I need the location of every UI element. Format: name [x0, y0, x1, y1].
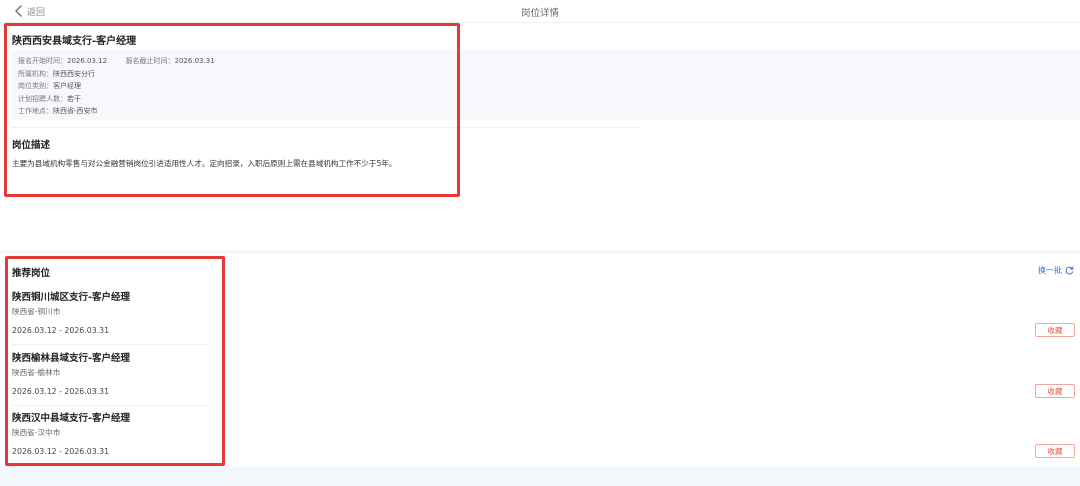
page-title: 岗位详情: [520, 8, 559, 19]
recommended-item-location: 陕西省-榆林市: [12, 368, 61, 377]
recommended-item-location: 陕西省-铜川市: [12, 307, 61, 316]
recommended-heading: 推荐岗位: [12, 268, 51, 279]
info-headcount-row: 计划招聘人数：若干: [18, 94, 81, 104]
refresh-label: 换一批: [1038, 266, 1062, 275]
headcount-label: 计划招聘人数：: [18, 95, 67, 103]
favorite-button[interactable]: 收藏: [1035, 323, 1075, 337]
headcount-value: 若干: [67, 95, 81, 103]
recommended-item[interactable]: 陕西榆林县域支行-客户经理 陕西省-榆林市 2026.03.12 - 2026.…: [12, 350, 1075, 410]
start-time-value: 2026.03.12: [67, 57, 108, 65]
job-title: 陕西西安县域支行-客户经理: [12, 36, 137, 47]
info-category-row: 岗位类别：客户经理: [18, 81, 81, 91]
info-location-row: 工作地点：陕西省-西安市: [18, 106, 98, 116]
info-org-row: 所属机构：陕西西安分行: [18, 69, 95, 79]
recommended-item[interactable]: 陕西汉中县域支行-客户经理 陕西省-汉中市 2026.03.12 - 2026.…: [12, 410, 1075, 470]
favorite-button[interactable]: 收藏: [1035, 384, 1075, 398]
location-label: 工作地点：: [18, 107, 53, 115]
recommended-item-dates: 2026.03.12 - 2026.03.31: [12, 326, 110, 335]
recommended-item-title[interactable]: 陕西铜川城区支行-客户经理: [12, 289, 130, 303]
item-divider: [12, 405, 210, 406]
top-bar: 返回 岗位详情: [0, 0, 1080, 23]
refresh-icon: [1065, 266, 1074, 275]
end-time-value: 2026.03.31: [174, 57, 215, 65]
recommended-item[interactable]: 陕西铜川城区支行-客户经理 陕西省-铜川市 2026.03.12 - 2026.…: [12, 289, 1075, 349]
description-heading: 岗位描述: [12, 140, 51, 151]
location-value: 陕西省-西安市: [53, 107, 98, 115]
recommended-section: 推荐岗位 换一批 陕西铜川城区支行-客户经理 陕西省-铜川市 2026.03.1…: [0, 254, 1080, 466]
job-detail-section: 陕西西安县域支行-客户经理 报名开始时间：2026.03.12 报名截止时间：2…: [0, 23, 1080, 250]
org-value: 陕西西安分行: [53, 70, 95, 78]
org-label: 所属机构：: [18, 70, 53, 78]
category-label: 岗位类别：: [18, 82, 53, 90]
recommended-item-dates: 2026.03.12 - 2026.03.31: [12, 387, 110, 396]
job-info-box: 报名开始时间：2026.03.12 报名截止时间：2026.03.31 所属机构…: [12, 50, 1080, 120]
recommended-item-title[interactable]: 陕西榆林县域支行-客户经理: [12, 350, 130, 364]
divider: [12, 127, 640, 128]
start-time-label: 报名开始时间：: [18, 57, 67, 65]
refresh-button[interactable]: 换一批: [1038, 265, 1074, 276]
recommended-item-location: 陕西省-汉中市: [12, 428, 61, 437]
item-divider: [12, 344, 210, 345]
end-time-label: 报名截止时间：: [125, 57, 175, 65]
info-dates-row: 报名开始时间：2026.03.12 报名截止时间：2026.03.31: [18, 56, 215, 66]
favorite-button[interactable]: 收藏: [1035, 444, 1075, 458]
category-value: 客户经理: [53, 82, 81, 90]
recommended-item-title[interactable]: 陕西汉中县域支行-客户经理: [12, 410, 130, 424]
description-text: 主要为县域机构零售与对公金融营销岗位引进适用性人才。定向招录，入职后原则上需在县…: [12, 159, 397, 168]
recommended-item-dates: 2026.03.12 - 2026.03.31: [12, 447, 110, 456]
